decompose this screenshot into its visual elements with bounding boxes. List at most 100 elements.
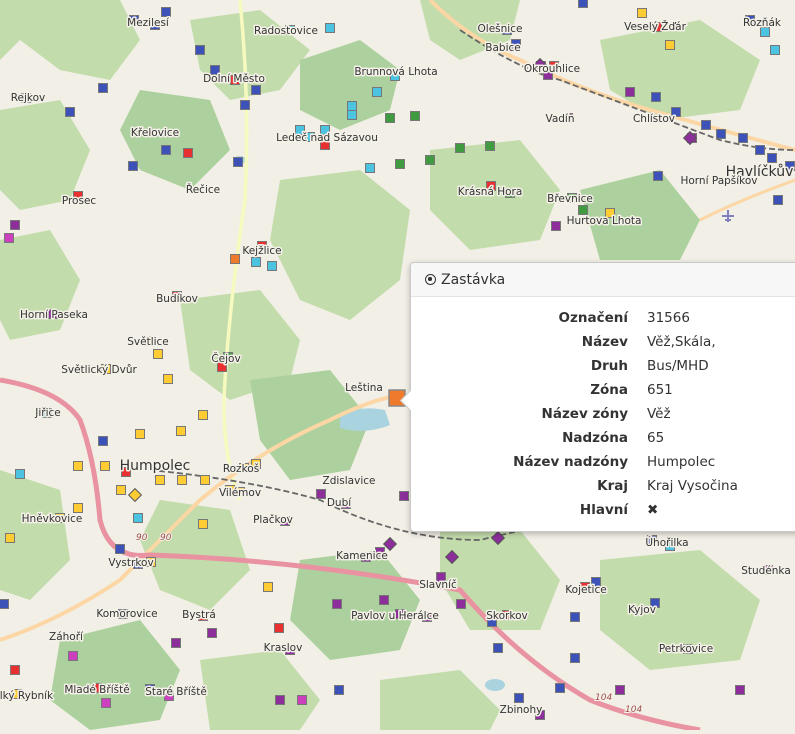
stop-marker[interactable] xyxy=(767,153,777,163)
stop-marker[interactable] xyxy=(233,157,243,167)
stop-marker[interactable] xyxy=(755,145,765,155)
stop-marker[interactable] xyxy=(347,110,357,120)
stop-marker[interactable] xyxy=(578,205,588,215)
stop-marker[interactable] xyxy=(485,141,495,151)
stop-marker[interactable] xyxy=(10,665,20,675)
stop-marker[interactable] xyxy=(316,489,326,499)
stop-marker[interactable] xyxy=(651,92,661,102)
stop-marker[interactable] xyxy=(135,429,145,439)
stop-marker[interactable] xyxy=(274,623,284,633)
stop-marker[interactable] xyxy=(116,485,126,495)
stop-marker[interactable] xyxy=(267,261,277,271)
stop-marker[interactable] xyxy=(177,475,187,485)
stop-marker[interactable] xyxy=(98,83,108,93)
stop-marker[interactable] xyxy=(65,107,75,117)
stop-marker[interactable] xyxy=(570,612,580,622)
stop-marker[interactable] xyxy=(615,685,625,695)
stop-marker[interactable] xyxy=(263,582,273,592)
place-label: Horní Papšíkov xyxy=(680,175,757,187)
place-label: Kyjov xyxy=(628,604,656,616)
stop-marker[interactable] xyxy=(456,599,466,609)
stop-marker[interactable] xyxy=(773,195,783,205)
stop-marker[interactable] xyxy=(365,163,375,173)
stop-marker[interactable] xyxy=(716,129,726,139)
detail-label: Druh xyxy=(590,358,628,374)
popup-header: Zastávka xyxy=(411,263,795,297)
stop-marker[interactable] xyxy=(379,595,389,605)
stop-marker[interactable] xyxy=(100,461,110,471)
place-label: Hněvkovice xyxy=(22,513,83,525)
stop-marker[interactable] xyxy=(133,513,143,523)
stop-marker[interactable] xyxy=(455,143,465,153)
popup-title: Zastávka xyxy=(441,271,506,288)
stop-marker[interactable] xyxy=(198,519,208,529)
stop-marker[interactable] xyxy=(395,159,405,169)
stop-marker[interactable] xyxy=(155,475,165,485)
stop-marker[interactable] xyxy=(701,120,711,130)
stop-marker[interactable] xyxy=(153,349,163,359)
stop-marker[interactable] xyxy=(275,695,285,705)
place-label: Studénka xyxy=(741,565,791,577)
detail-value: 31566 xyxy=(647,310,690,326)
place-label: Světlický Dvůr xyxy=(61,364,137,376)
place-label: Vilémov xyxy=(219,487,261,499)
detail-label: Název zóny xyxy=(541,406,628,422)
stop-marker[interactable] xyxy=(195,45,205,55)
stop-marker[interactable] xyxy=(297,695,307,705)
stop-marker[interactable] xyxy=(347,101,357,111)
stop-marker[interactable] xyxy=(176,426,186,436)
place-label: Petrkovice xyxy=(659,643,713,655)
stop-marker[interactable] xyxy=(570,653,580,663)
stop-marker[interactable] xyxy=(410,111,420,121)
stop-marker[interactable] xyxy=(161,7,171,17)
stop-marker[interactable] xyxy=(493,643,503,653)
stop-marker[interactable] xyxy=(128,161,138,171)
stop-marker[interactable] xyxy=(551,221,561,231)
stop-marker[interactable] xyxy=(198,410,208,420)
stop-marker[interactable] xyxy=(770,45,780,55)
stop-marker[interactable] xyxy=(251,257,261,267)
stop-marker[interactable] xyxy=(514,693,524,703)
stop-marker[interactable] xyxy=(653,171,663,181)
detail-label: Zóna xyxy=(590,382,628,398)
stop-marker[interactable] xyxy=(665,40,675,50)
stop-marker[interactable] xyxy=(4,233,14,243)
stop-marker[interactable] xyxy=(372,87,382,97)
road-number-label: 90 xyxy=(160,533,172,543)
stop-marker[interactable] xyxy=(385,113,395,123)
stop-marker[interactable] xyxy=(10,220,20,230)
stop-marker[interactable] xyxy=(0,599,9,609)
stop-marker[interactable] xyxy=(399,491,409,501)
stop-marker[interactable] xyxy=(163,374,173,384)
stop-marker[interactable] xyxy=(425,155,435,165)
detail-row-nadzona: Nadzóna 65 xyxy=(411,426,738,450)
stop-marker[interactable] xyxy=(240,100,250,110)
place-label: Radostovice xyxy=(254,25,318,37)
stop-marker[interactable] xyxy=(735,685,745,695)
stop-marker[interactable] xyxy=(15,469,25,479)
stop-marker[interactable] xyxy=(200,475,210,485)
stop-marker[interactable] xyxy=(555,683,565,693)
stop-marker[interactable] xyxy=(332,599,342,609)
stop-marker[interactable] xyxy=(578,0,588,8)
stop-marker[interactable] xyxy=(183,148,193,158)
stop-marker[interactable] xyxy=(73,461,83,471)
detail-label: Označení xyxy=(558,310,628,326)
stop-marker[interactable] xyxy=(637,8,647,18)
stop-marker[interactable] xyxy=(68,651,78,661)
stop-marker[interactable] xyxy=(738,133,748,143)
stop-marker[interactable] xyxy=(207,628,217,638)
stop-marker[interactable] xyxy=(334,685,344,695)
place-label: Staré Bříště xyxy=(145,686,207,698)
stop-marker[interactable] xyxy=(171,638,181,648)
stop-marker[interactable] xyxy=(101,698,111,708)
stop-marker[interactable] xyxy=(98,436,108,446)
stop-marker[interactable] xyxy=(5,533,15,543)
stop-marker[interactable] xyxy=(625,87,635,97)
stop-marker[interactable] xyxy=(251,85,261,95)
stop-marker[interactable] xyxy=(325,23,335,33)
stop-marker[interactable] xyxy=(161,145,171,155)
stop-marker[interactable] xyxy=(115,544,125,554)
stop-marker[interactable] xyxy=(73,503,83,513)
stop-marker[interactable] xyxy=(230,254,240,264)
